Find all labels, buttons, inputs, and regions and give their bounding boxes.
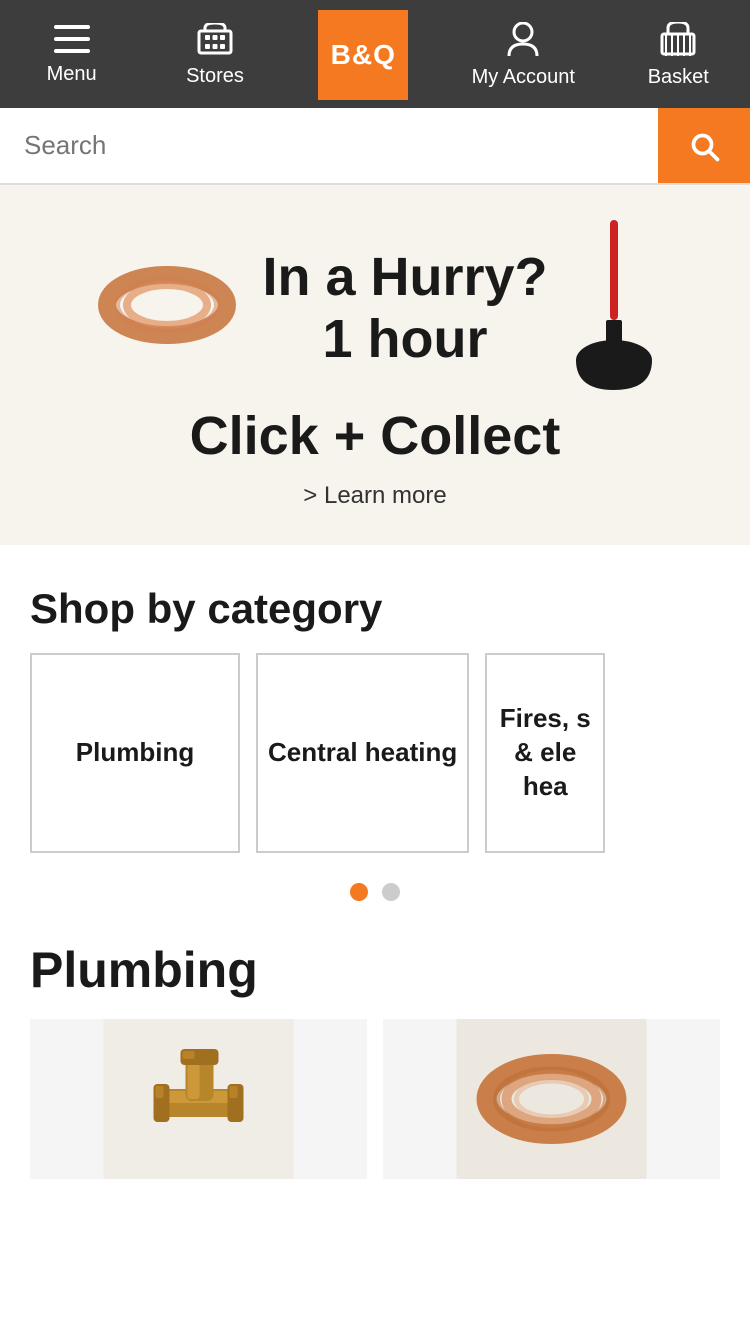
search-button[interactable] — [658, 108, 750, 183]
pipe-fitting-image — [30, 1019, 367, 1179]
basket-label: Basket — [648, 66, 709, 89]
account-icon — [507, 22, 539, 62]
hero-line1: In a Hurry? — [262, 246, 547, 308]
category-card-plumbing[interactable]: Plumbing — [30, 653, 240, 853]
plunger-image — [568, 220, 658, 395]
hero-banner: In a Hurry? 1 hour Click + Collect > Lea… — [0, 185, 750, 545]
category-card-central-heating[interactable]: Central heating — [256, 653, 469, 853]
category-card-fires[interactable]: Fires, s & ele hea — [485, 653, 605, 853]
header: Menu Stores B&Q My Account — [0, 0, 750, 108]
category-label-plumbing: Plumbing — [66, 726, 204, 780]
search-bar — [0, 108, 750, 185]
dot-2[interactable] — [382, 883, 400, 901]
product-grid — [30, 1019, 720, 1179]
account-button[interactable]: My Account — [472, 22, 575, 89]
basket-button[interactable]: Basket — [638, 22, 718, 89]
category-label-central-heating: Central heating — [258, 726, 467, 780]
stores-icon — [197, 23, 233, 61]
carousel-dots — [0, 873, 750, 921]
menu-icon — [54, 25, 90, 59]
category-label-fires: Fires, s & ele hea — [487, 692, 603, 813]
product-card-pipe-fitting[interactable] — [30, 1019, 367, 1179]
logo[interactable]: B&Q — [318, 10, 408, 100]
category-section-title: Shop by category — [0, 545, 750, 653]
stores-button[interactable]: Stores — [175, 23, 255, 88]
plumbing-section: Plumbing — [0, 921, 750, 1179]
plumbing-section-title: Plumbing — [30, 941, 720, 999]
search-input[interactable] — [0, 108, 658, 183]
menu-button[interactable]: Menu — [32, 25, 112, 86]
hero-text: In a Hurry? 1 hour — [262, 246, 547, 370]
category-scroll: Plumbing Central heating Fires, s & ele … — [0, 653, 750, 873]
copper-coil-image — [92, 250, 242, 365]
logo-text: B&Q — [331, 39, 396, 71]
learn-more-link[interactable]: > Learn more — [303, 482, 446, 530]
hero-line2: 1 hour — [262, 308, 547, 370]
menu-label: Menu — [47, 63, 97, 86]
shop-by-category-section: Shop by category Plumbing Central heatin… — [0, 545, 750, 921]
basket-icon — [660, 22, 696, 62]
hero-line3: Click + Collect — [190, 405, 561, 467]
search-icon — [686, 128, 722, 164]
dot-1[interactable] — [350, 883, 368, 901]
copper-coil-product-image — [383, 1019, 720, 1179]
product-card-copper-coil[interactable] — [383, 1019, 720, 1179]
stores-label: Stores — [186, 65, 244, 88]
account-label: My Account — [472, 66, 575, 89]
